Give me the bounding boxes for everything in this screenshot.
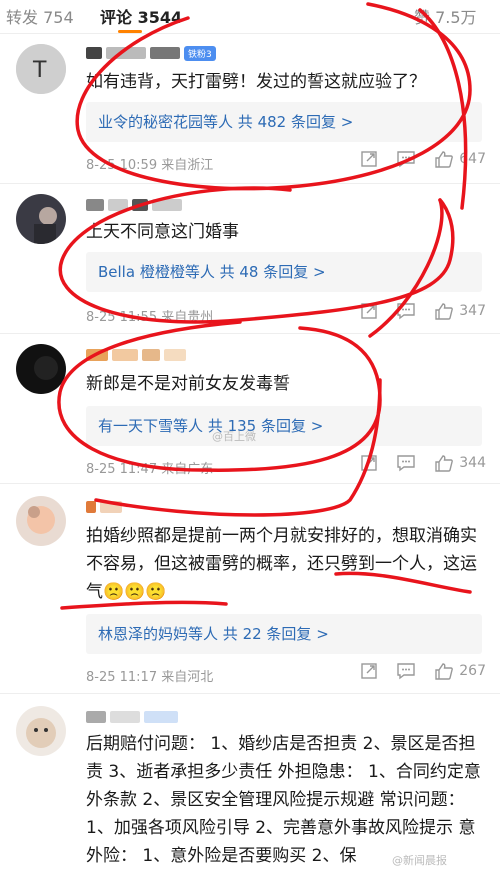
svg-text:T: T [32, 58, 47, 83]
reply-names: Bella 橙橙橙等人 [98, 263, 215, 281]
avatar[interactable] [16, 344, 66, 394]
avatar-image [16, 194, 66, 244]
watermark: @新闻晨报 [392, 854, 447, 867]
comment-text: 新郎是不是对前女友发毒誓 [86, 374, 290, 394]
comment-meta: 8-25 10:59 来自浙江 [86, 154, 213, 173]
like-icon [435, 151, 454, 168]
comment-item: 拍婚纱照都是提前一两个月就安排好的，想取消确实不容易，但这被雷劈的概率，还只劈到… [0, 484, 500, 694]
username[interactable] [86, 198, 182, 212]
comment-icon[interactable] [396, 454, 416, 472]
comment-item: 新郎是不是对前女友发毒誓 有一天下雪等人 共 135 条回复 > 8-25 11… [0, 334, 500, 484]
comment-actions: 267 [360, 662, 486, 680]
reply-summary[interactable]: Bella 橙橙橙等人 共 48 条回复 > [86, 252, 482, 292]
comment-actions: 344 [360, 454, 486, 472]
comment-meta: 8-25 11:55 来自贵州 [86, 306, 213, 325]
reply-count: 共 48 条回复 > [219, 263, 326, 281]
like-button[interactable]: 647 [434, 150, 486, 168]
comment-tabs: 转发 754 评论 3544 赞 7.5万 [0, 0, 500, 34]
like-icon [435, 663, 454, 680]
comment-actions: 647 [360, 150, 486, 168]
comment-meta: 8-25 11:17 来自河北 [86, 666, 213, 685]
reply-count: 共 22 条回复 > [222, 625, 329, 643]
comment-text: 拍婚纱照都是提前一两个月就安排好的，想取消确实不容易，但这被雷劈的概率，还只劈到… [86, 526, 477, 602]
like-count: 344 [459, 455, 486, 471]
avatar-image [16, 344, 66, 394]
active-tab-indicator [118, 30, 142, 33]
username[interactable] [86, 348, 186, 362]
comment-item: 上天不同意这门婚事 Bella 橙橙橙等人 共 48 条回复 > 8-25 11… [0, 184, 500, 334]
reply-count: 共 482 条回复 > [237, 113, 354, 131]
comment-item: T 铁粉3 如有违背，天打雷劈！发过的誓这就应验了？ 业令的秘密花园等人 共 4… [0, 34, 500, 184]
share-icon[interactable] [360, 454, 378, 472]
like-count: 347 [459, 303, 486, 319]
tab-reposts[interactable]: 转发 754 [6, 4, 74, 28]
like-button[interactable]: 344 [434, 454, 486, 472]
comment-text: 后期赔付问题： 1、婚纱店是否担责 2、景区是否担责 3、逝者承担多少责任 外担… [86, 734, 481, 866]
comment-text: 上天不同意这门婚事 [86, 222, 239, 242]
comment-icon[interactable] [396, 150, 416, 168]
avatar[interactable] [16, 706, 66, 756]
comment-time: 8-25 10:59 [86, 158, 158, 173]
comment-time: 8-25 11:17 [86, 670, 158, 685]
comment-icon[interactable] [396, 302, 416, 320]
comment-item: 后期赔付问题： 1、婚纱店是否担责 2、景区是否担责 3、逝者承担多少责任 外担… [0, 694, 500, 870]
avatar-image: T [16, 44, 66, 94]
tab-comments[interactable]: 评论 3544 [100, 4, 182, 28]
tab-likes[interactable]: 赞 7.5万 [414, 4, 477, 28]
avatar-image [16, 706, 66, 756]
avatar[interactable]: T [16, 44, 66, 94]
share-icon[interactable] [360, 662, 378, 680]
avatar-image [16, 496, 66, 546]
reply-names: 有一天下雪等人 [98, 417, 204, 435]
comment-location: 来自广东 [161, 462, 214, 477]
comment-meta: 8-25 11:47 来自广东 [86, 458, 213, 477]
watermark: @百上微 [212, 430, 256, 443]
comment-location: 来自河北 [161, 670, 214, 685]
share-icon[interactable] [360, 150, 378, 168]
like-button[interactable]: 347 [434, 302, 486, 320]
fan-badge: 铁粉3 [184, 45, 216, 61]
username[interactable]: 铁粉3 [86, 45, 216, 61]
reply-names: 林恩泽的妈妈等人 [98, 625, 219, 643]
reply-summary[interactable]: 林恩泽的妈妈等人 共 22 条回复 > [86, 614, 482, 654]
comment-location: 来自贵州 [161, 310, 214, 325]
comment-text: 如有违背，天打雷劈！发过的誓这就应验了？ [86, 72, 426, 92]
comment-location: 来自浙江 [161, 158, 214, 173]
avatar[interactable] [16, 496, 66, 546]
username[interactable] [86, 500, 122, 514]
like-count: 267 [459, 663, 486, 679]
comment-time: 8-25 11:47 [86, 462, 158, 477]
like-button[interactable]: 267 [434, 662, 486, 680]
comment-time: 8-25 11:55 [86, 310, 158, 325]
share-icon[interactable] [360, 302, 378, 320]
avatar[interactable] [16, 194, 66, 244]
comment-actions: 347 [360, 302, 486, 320]
reply-summary[interactable]: 业令的秘密花园等人 共 482 条回复 > [86, 102, 482, 142]
username[interactable] [86, 710, 178, 724]
comment-icon[interactable] [396, 662, 416, 680]
like-count: 647 [459, 151, 486, 167]
reply-names: 业令的秘密花园等人 [98, 113, 234, 131]
reply-summary[interactable]: 有一天下雪等人 共 135 条回复 > [86, 406, 482, 446]
like-icon [435, 303, 454, 320]
like-icon [435, 455, 454, 472]
